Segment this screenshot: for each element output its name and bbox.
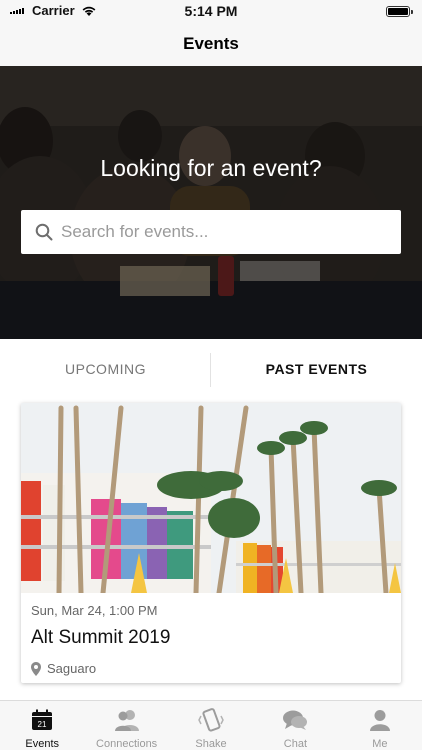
event-location: Saguaro	[31, 661, 391, 676]
hero-title: Looking for an event?	[100, 155, 322, 181]
tab-bar-label-events: Events	[25, 738, 60, 750]
bottom-tab-bar: 21 Events Connections Shake Chat Me	[0, 700, 422, 750]
location-pin-icon	[31, 661, 41, 676]
tab-bar-item-connections[interactable]: Connections	[84, 701, 168, 750]
tab-bar-label-chat: Chat	[283, 738, 308, 750]
tab-bar-item-shake[interactable]: Shake	[169, 701, 253, 750]
tab-bar-label-shake: Shake	[195, 738, 227, 750]
people-icon	[114, 707, 140, 733]
battery-icon	[386, 6, 413, 17]
tab-bar-label-me: Me	[372, 738, 388, 750]
status-time: 5:14 PM	[184, 3, 238, 19]
page-title: Events	[183, 34, 239, 53]
event-date: Sun, Mar 24, 1:00 PM	[31, 603, 158, 618]
event-title: Alt Summit 2019	[31, 627, 171, 648]
search-input[interactable]	[61, 222, 381, 242]
event-tabs: UPCOMING PAST EVENTS	[0, 339, 422, 399]
search-box[interactable]	[21, 210, 401, 254]
tab-upcoming[interactable]: UPCOMING	[0, 339, 211, 399]
event-image	[21, 403, 401, 593]
event-card-body: Sun, Mar 24, 1:00 PM Alt Summit 2019 Sag…	[21, 593, 401, 683]
phone-shake-icon	[198, 707, 224, 733]
tab-bar-item-me[interactable]: Me	[338, 701, 422, 750]
tab-divider	[210, 353, 211, 387]
calendar-day: 21	[38, 720, 47, 729]
hero-banner: Looking for an event?	[0, 66, 422, 339]
event-card[interactable]: Sun, Mar 24, 1:00 PM Alt Summit 2019 Sag…	[21, 403, 401, 683]
tab-bar-label-connections: Connections	[96, 738, 158, 750]
tab-past-events[interactable]: PAST EVENTS	[211, 339, 422, 399]
tab-bar-item-events[interactable]: 21 Events	[0, 701, 84, 750]
navigation-bar: Events	[0, 22, 422, 66]
calendar-icon: 21	[29, 707, 55, 733]
search-icon	[35, 223, 53, 241]
status-bar: Carrier 5:14 PM	[0, 0, 422, 22]
chat-bubbles-icon	[282, 707, 308, 733]
hero-overlay	[0, 66, 422, 339]
event-location-label: Saguaro	[47, 661, 97, 676]
person-icon	[367, 707, 393, 733]
tab-bar-item-chat[interactable]: Chat	[253, 701, 337, 750]
